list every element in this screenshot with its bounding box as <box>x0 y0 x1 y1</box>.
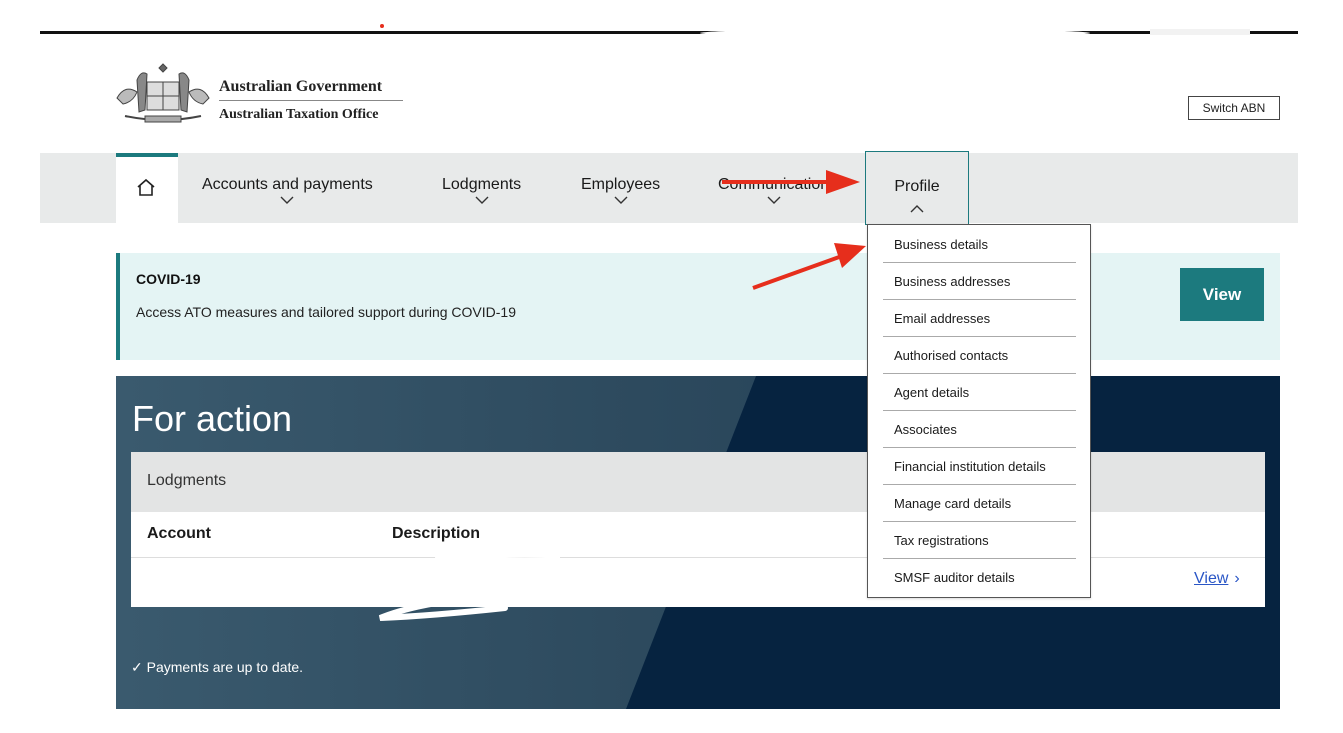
check-icon: ✓ <box>131 659 143 675</box>
nav-label: Employees <box>581 176 661 193</box>
menu-item-smsf-auditor-details[interactable]: SMSF auditor details <box>883 560 1076 596</box>
nav-label: Communication <box>718 176 830 193</box>
for-action-panel: For action Lodgments Account Description… <box>116 376 1280 709</box>
payment-status: ✓ Payments are up to date. <box>131 659 303 676</box>
chevron-down-icon <box>767 196 781 204</box>
nav-home-tab[interactable] <box>116 153 178 223</box>
link-label: View <box>1194 570 1229 587</box>
annotation-dot <box>380 24 384 28</box>
covid-banner: COVID-19 Access ATO measures and tailore… <box>116 253 1280 360</box>
chevron-right-icon: › <box>1234 570 1240 587</box>
menu-item-associates[interactable]: Associates <box>883 412 1076 448</box>
nav-accounts-and-payments[interactable]: Accounts and payments <box>202 176 373 205</box>
menu-item-agent-details[interactable]: Agent details <box>883 375 1076 411</box>
government-wordmark: Australian Government Australian Taxatio… <box>219 78 403 123</box>
menu-item-business-addresses[interactable]: Business addresses <box>883 264 1076 300</box>
redaction-scribble <box>378 548 560 621</box>
redaction-mark <box>1150 29 1250 35</box>
chevron-down-icon <box>475 196 489 204</box>
table-category-header: Lodgments <box>131 452 1265 512</box>
chevron-down-icon <box>614 196 628 204</box>
column-header-description: Description <box>392 525 481 542</box>
banner-description: Access ATO measures and tailored support… <box>136 304 516 320</box>
menu-item-email-addresses[interactable]: Email addresses <box>883 301 1076 337</box>
chevron-up-icon <box>910 205 924 213</box>
nav-lodgments[interactable]: Lodgments <box>442 176 521 205</box>
menu-item-authorised-contacts[interactable]: Authorised contacts <box>883 338 1076 374</box>
nav-communication[interactable]: Communication <box>718 176 829 205</box>
chevron-down-icon <box>280 196 294 204</box>
menu-item-financial-institution-details[interactable]: Financial institution details <box>883 449 1076 485</box>
agency-name: Australian Taxation Office <box>219 107 379 122</box>
menu-item-tax-registrations[interactable]: Tax registrations <box>883 523 1076 559</box>
row-view-link[interactable]: View › <box>1194 570 1240 588</box>
profile-dropdown-menu: Business details Business addresses Emai… <box>867 224 1091 598</box>
redaction-mark <box>700 29 1090 37</box>
column-header-account: Account <box>147 525 211 542</box>
nav-employees[interactable]: Employees <box>581 176 660 205</box>
menu-item-business-details[interactable]: Business details <box>883 227 1076 263</box>
nav-label: Accounts and payments <box>202 176 373 193</box>
covid-view-button[interactable]: View <box>1180 268 1264 321</box>
table-category-label: Lodgments <box>147 472 227 489</box>
banner-title: COVID-19 <box>136 271 201 287</box>
top-rule <box>40 31 1298 34</box>
section-heading: For action <box>132 398 293 439</box>
switch-abn-button[interactable]: Switch ABN <box>1188 96 1280 120</box>
nav-label: Lodgments <box>442 176 522 193</box>
coat-of-arms-logo <box>116 63 210 123</box>
menu-item-manage-card-details[interactable]: Manage card details <box>883 486 1076 522</box>
lodgments-table: Lodgments Account Description View › <box>131 452 1265 607</box>
nav-profile[interactable]: Profile <box>865 151 969 225</box>
divider <box>131 557 1265 558</box>
nav-label: Profile <box>894 178 940 195</box>
home-icon <box>137 178 155 196</box>
payment-status-text: Payments are up to date. <box>146 659 304 675</box>
gov-name: Australian Government <box>219 78 403 101</box>
